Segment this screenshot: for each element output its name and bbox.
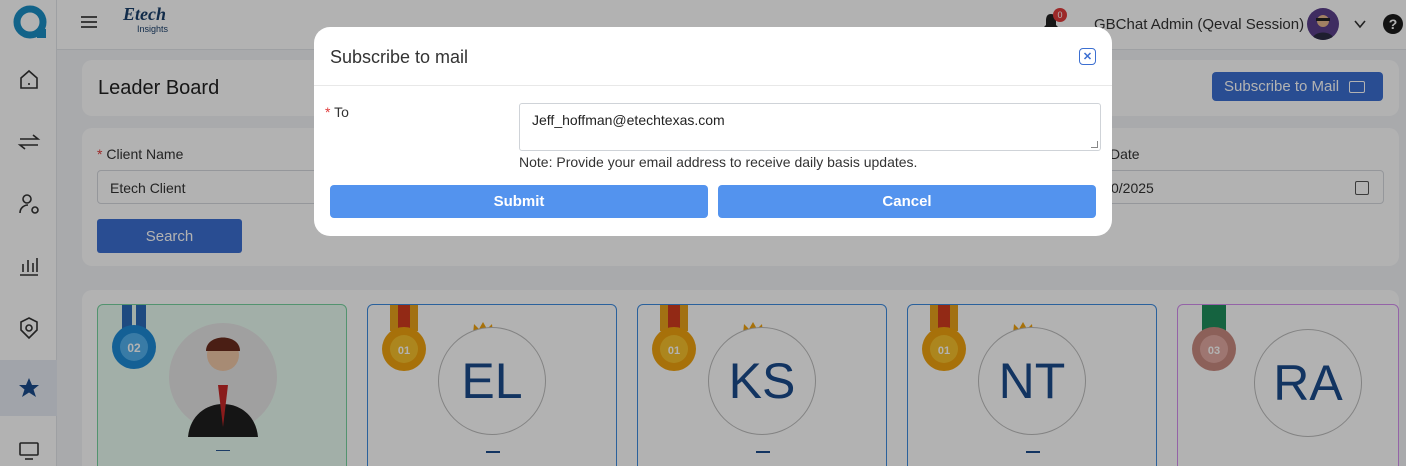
submit-button[interactable]: Submit xyxy=(330,185,708,218)
email-note: Note: Provide your email address to rece… xyxy=(519,154,918,170)
subscribe-modal: Subscribe to mail ✕ * To Jeff_hoffman@et… xyxy=(314,27,1112,236)
to-label: * To xyxy=(325,104,349,120)
modal-title: Subscribe to mail xyxy=(330,47,469,67)
cancel-button[interactable]: Cancel xyxy=(718,185,1096,218)
to-email-field[interactable]: Jeff_hoffman@etechtexas.com xyxy=(519,103,1101,151)
close-icon[interactable]: ✕ xyxy=(1079,48,1096,65)
modal-header: Subscribe to mail ✕ xyxy=(314,27,1112,86)
to-email-value: Jeff_hoffman@etechtexas.com xyxy=(532,112,725,128)
resize-handle-icon[interactable] xyxy=(1091,141,1098,148)
